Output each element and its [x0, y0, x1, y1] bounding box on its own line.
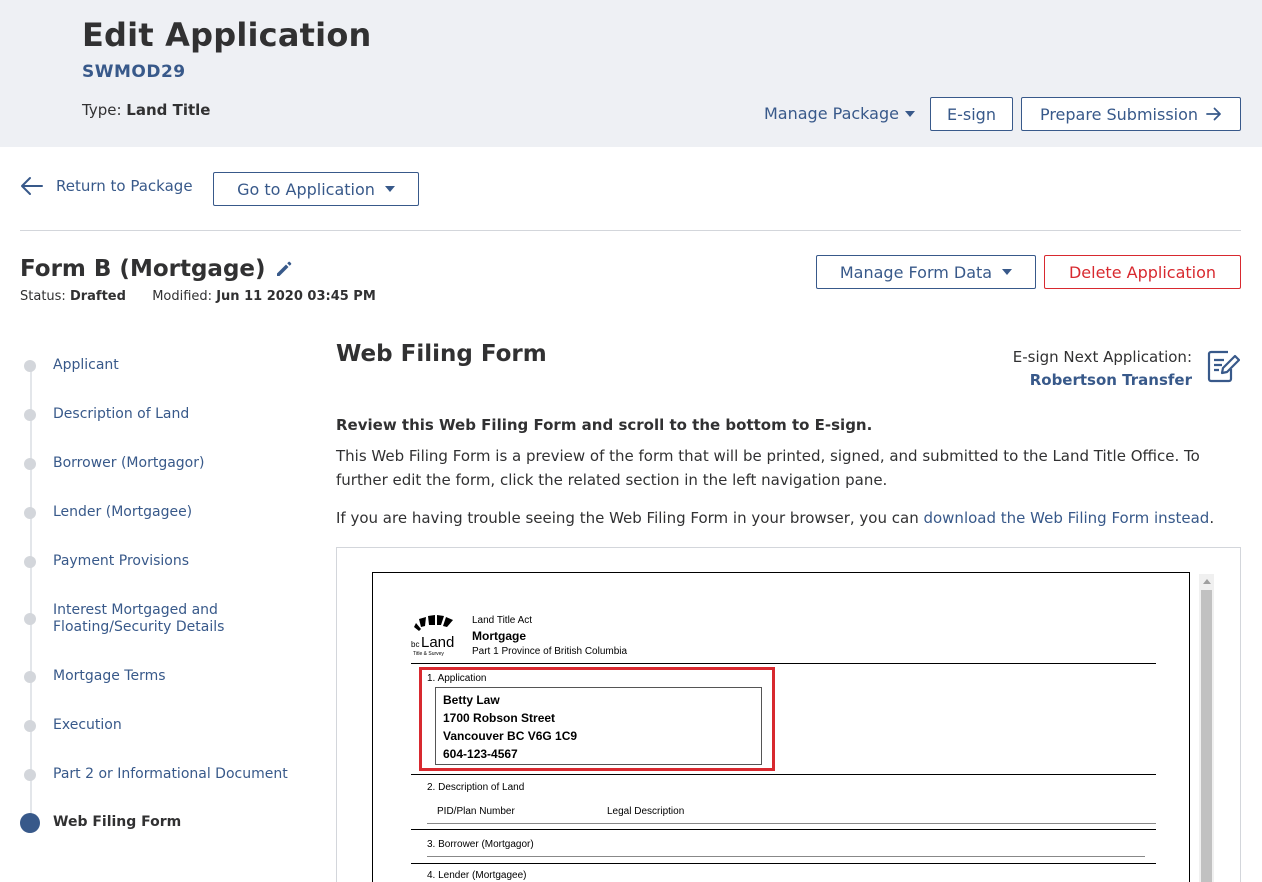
- status-label: Status:: [20, 289, 66, 304]
- sidebar-item-label: Payment Provisions: [53, 553, 190, 569]
- logo-bc: bc: [411, 640, 419, 649]
- nav-progress-line: [30, 362, 32, 822]
- step-dot-icon: [24, 360, 36, 372]
- sidebar-item-borrower[interactable]: Borrower (Mortgagor): [20, 455, 293, 472]
- document-form-name: Mortgage: [472, 629, 526, 643]
- pid-plan-label: PID/Plan Number: [437, 806, 515, 817]
- document-rule: [411, 663, 1156, 664]
- return-to-package-label: Return to Package: [56, 177, 193, 195]
- sidebar-item-applicant[interactable]: Applicant: [20, 357, 293, 374]
- step-dot-icon: [24, 458, 36, 470]
- form-title-text: Form B (Mortgage): [20, 256, 266, 282]
- document-rule: [427, 856, 1145, 857]
- document-act: Land Title Act: [472, 615, 533, 626]
- sidebar-item-label: Applicant: [53, 357, 119, 373]
- section-title: Web Filing Form: [336, 341, 547, 367]
- sidebar-item-lender[interactable]: Lender (Mortgagee): [20, 504, 293, 521]
- step-dot-icon: [24, 613, 36, 625]
- document-rule: [411, 774, 1156, 775]
- manage-form-data-dropdown[interactable]: Manage Form Data: [816, 255, 1036, 289]
- trouble-text: If you are having trouble seeing the Web…: [336, 509, 1214, 527]
- go-to-application-dropdown[interactable]: Go to Application: [213, 172, 419, 206]
- esign-button-label: E-sign: [947, 104, 996, 124]
- step-dot-icon: [24, 507, 36, 519]
- sidebar-item-mortgage-terms[interactable]: Mortgage Terms: [20, 668, 293, 685]
- esign-document-icon[interactable]: [1206, 348, 1240, 384]
- document-part: Part 1 Province of British Columbia: [472, 646, 628, 657]
- esign-next-label: E-sign Next Application:: [1012, 348, 1192, 366]
- sidebar-item-execution[interactable]: Execution: [20, 717, 293, 734]
- section-borrower: 3. Borrower (Mortgagor): [427, 839, 534, 850]
- esign-next-app-link[interactable]: Robertson Transfer: [960, 369, 1192, 392]
- manage-form-data-label: Manage Form Data: [839, 262, 993, 282]
- page-title: Edit Application: [82, 16, 372, 54]
- sidebar-item-description-of-land[interactable]: Description of Land: [20, 406, 293, 423]
- sidebar-item-label: Mortgage Terms: [53, 668, 166, 684]
- form-title: Form B (Mortgage): [20, 256, 294, 282]
- document-rule: [411, 829, 1156, 830]
- sidebar-item-interest-mortgaged[interactable]: Interest Mortgaged and Floating/Security…: [20, 602, 233, 636]
- application-type: Type: Land Title: [82, 101, 210, 119]
- sidebar-item-label: Web Filing Form: [53, 814, 182, 830]
- form-document: bc Land Title & Survey Land Title Act Mo…: [372, 572, 1190, 882]
- sidebar-item-payment-provisions[interactable]: Payment Provisions: [20, 553, 293, 570]
- go-to-application-label: Go to Application: [237, 179, 375, 199]
- section-description-of-land: 2. Description of Land: [427, 782, 525, 793]
- web-filing-form-preview: bc Land Title & Survey Land Title Act Mo…: [336, 547, 1241, 882]
- step-dot-icon: [24, 769, 36, 781]
- trouble-text-end: .: [1209, 509, 1215, 527]
- arrow-right-icon: [1206, 107, 1221, 121]
- page-header: Edit Application SWMOD29 Type: Land Titl…: [0, 0, 1262, 147]
- manage-package-label: Manage Package: [764, 104, 899, 123]
- logo-land: Land: [421, 634, 454, 651]
- scrollbar-thumb[interactable]: [1201, 590, 1212, 882]
- prepare-submission-label: Prepare Submission: [1039, 104, 1199, 124]
- logo-sub: Title & Survey: [413, 651, 444, 657]
- download-web-filing-form-link[interactable]: download the Web Filing Form instead: [923, 509, 1209, 527]
- type-value: Land Title: [126, 101, 211, 119]
- caret-down-icon: [384, 186, 395, 192]
- step-dot-icon: [24, 556, 36, 568]
- bc-land-title-logo-icon: bc Land Title & Survey: [411, 615, 454, 657]
- application-code: SWMOD29: [82, 62, 186, 82]
- review-heading: Review this Web Filing Form and scroll t…: [336, 416, 873, 434]
- pencil-icon[interactable]: [274, 259, 294, 279]
- prepare-submission-button[interactable]: Prepare Submission: [1021, 97, 1241, 131]
- application-highlight: [419, 667, 775, 771]
- sidebar-item-label: Part 2 or Informational Document: [53, 766, 288, 782]
- legal-description-label: Legal Description: [607, 806, 685, 817]
- manage-package-dropdown[interactable]: Manage Package: [764, 104, 915, 123]
- esign-next-application: E-sign Next Application: Robertson Trans…: [960, 346, 1192, 392]
- form-status: Status: Drafted Modified: Jun 11 2020 03…: [20, 289, 376, 304]
- step-dot-icon: [24, 720, 36, 732]
- caret-down-icon: [904, 110, 915, 117]
- modified-label: Modified:: [152, 289, 213, 304]
- sidebar-item-part-2[interactable]: Part 2 or Informational Document: [20, 766, 293, 783]
- sidebar-item-label: Interest Mortgaged and Floating/Security…: [53, 602, 225, 635]
- delete-application-button[interactable]: Delete Application: [1044, 255, 1241, 289]
- divider: [20, 230, 1241, 231]
- trouble-text-lead: If you are having trouble seeing the Web…: [336, 509, 924, 527]
- sidebar-item-web-filing-form[interactable]: Web Filing Form: [20, 813, 293, 833]
- sidebar-item-label: Borrower (Mortgagor): [53, 455, 205, 471]
- type-label: Type:: [82, 101, 122, 119]
- scroll-up-icon[interactable]: [1203, 579, 1211, 584]
- return-to-package-link[interactable]: Return to Package: [20, 176, 193, 196]
- modified-value: Jun 11 2020 03:45 PM: [216, 289, 376, 304]
- sidebar-item-label: Lender (Mortgagee): [53, 504, 193, 520]
- sidebar-item-label: Description of Land: [53, 406, 190, 422]
- step-dot-icon: [24, 409, 36, 421]
- sidebar-item-label: Execution: [53, 717, 122, 733]
- step-dot-active-icon: [20, 813, 40, 833]
- esign-button[interactable]: E-sign: [930, 97, 1013, 131]
- step-dot-icon: [24, 671, 36, 683]
- delete-application-label: Delete Application: [1068, 262, 1217, 282]
- review-description: This Web Filing Form is a preview of the…: [336, 447, 1200, 489]
- status-value: Drafted: [69, 289, 126, 304]
- document-rule: [411, 863, 1156, 864]
- caret-down-icon: [1002, 269, 1013, 275]
- section-lender: 4. Lender (Mortgagee): [427, 870, 527, 881]
- arrow-left-icon: [21, 177, 43, 195]
- document-rule: [427, 823, 1156, 824]
